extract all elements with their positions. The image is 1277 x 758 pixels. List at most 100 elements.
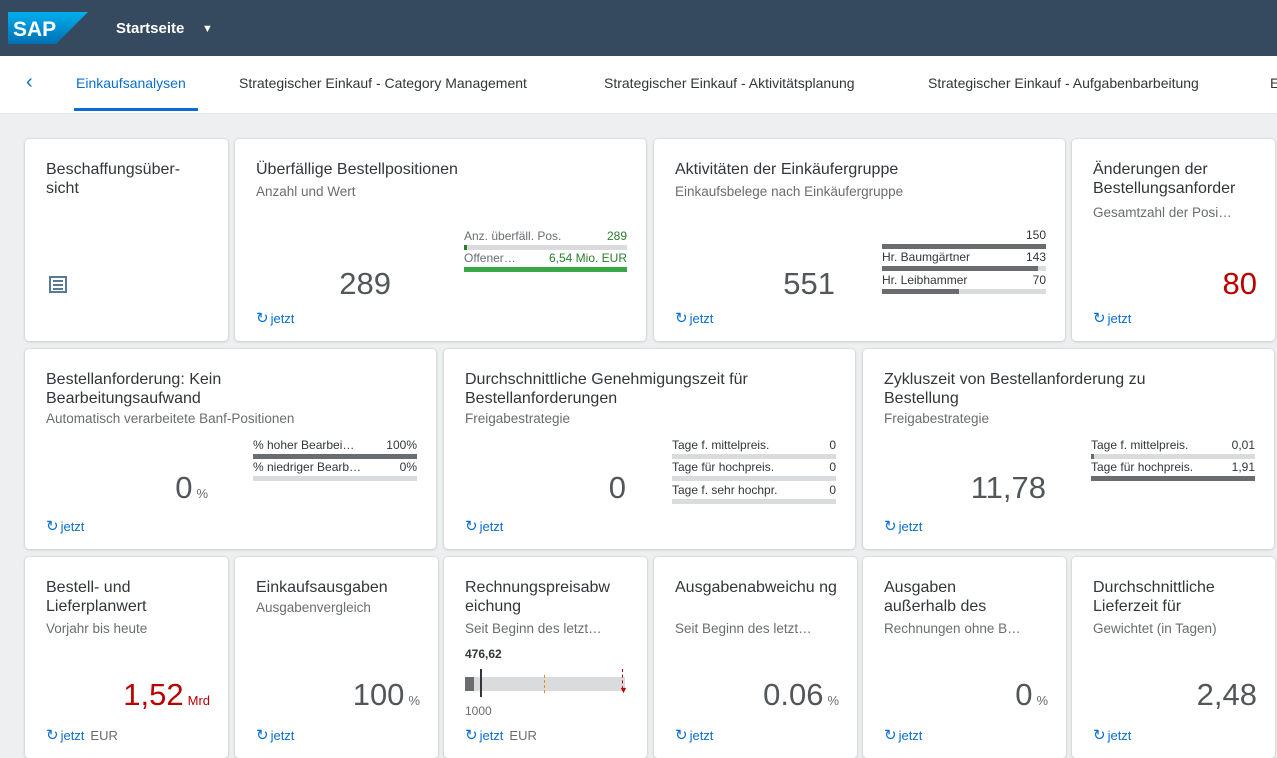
refresh-label[interactable]: jetzt [1108, 728, 1132, 743]
tab-aktivitaetsplanung[interactable]: Strategischer Einkauf - Aktivitätsplanun… [604, 75, 855, 91]
refresh-icon[interactable]: ↻ [1093, 727, 1106, 744]
row-value: 143 [1025, 250, 1046, 264]
tile-kein-bearbeitungsaufwand[interactable]: Bestellanforderung: Kein Bearbeitungsauf… [25, 349, 436, 549]
tile-footer: ↻ jetzt [675, 726, 713, 744]
shell-bar: SAP Startseite ▼ [0, 0, 1277, 56]
refresh-icon[interactable]: ↻ [46, 727, 59, 744]
row-value: 0 [829, 460, 836, 474]
kpi-value: 551 [783, 266, 835, 301]
refresh-label[interactable]: jetzt [61, 728, 85, 743]
refresh-icon[interactable]: ↻ [46, 518, 59, 535]
chart-row: Tage f. mittelpreis. 0 [672, 438, 836, 459]
currency-label: EUR [509, 728, 537, 743]
bar-track [253, 476, 417, 481]
row-value: 0 [829, 483, 836, 497]
tile-rechnungspreisabweichung[interactable]: Rechnungspreisabw eichung Seit Beginn de… [444, 557, 647, 758]
kpi-value: 2,48 [1196, 677, 1257, 712]
kpi-value: 289 [339, 266, 391, 301]
row-label: % hoher Bearbei… [253, 438, 355, 452]
refresh-label[interactable]: jetzt [480, 728, 504, 743]
refresh-icon[interactable]: ↻ [256, 310, 269, 327]
tile-zykluszeit[interactable]: Zykluszeit von Bestellanforderung zu Bes… [863, 349, 1274, 549]
bar-fill [464, 267, 627, 272]
sap-logo[interactable]: SAP [8, 12, 88, 44]
tile-lieferzeit[interactable]: Durchschnittliche Lieferzeit für Gewicht… [1072, 557, 1275, 758]
tile-genehmigungszeit[interactable]: Durchschnittliche Genehmigungszeit für B… [444, 349, 855, 549]
refresh-icon[interactable]: ↻ [256, 727, 269, 744]
refresh-label[interactable]: jetzt [899, 519, 923, 534]
kpi-value: 11,78 [970, 470, 1046, 505]
tab-category-management[interactable]: Strategischer Einkauf - Category Managem… [239, 75, 527, 91]
refresh-icon[interactable]: ↻ [1093, 310, 1106, 327]
tile-subtitle: Einkaufsbelege nach Einkäufergruppe [675, 184, 904, 199]
tile-aktivitaeten-einkaeufergruppe[interactable]: Aktivitäten der Einkäufergruppe Einkaufs… [654, 139, 1065, 341]
refresh-icon[interactable]: ↻ [465, 727, 478, 744]
refresh-label[interactable]: jetzt [1108, 311, 1132, 326]
kpi-value: 0.06% [763, 677, 839, 712]
tab-einkaufsanalysen[interactable]: Einkaufsanalysen [76, 75, 186, 91]
row-value: 0% [399, 460, 417, 474]
chart-row: Tage f. sehr hochpr. 0 [672, 483, 836, 504]
tile-subtitle: Gewichtet (in Tagen) [1093, 621, 1217, 636]
tile-beschaffungsuebersicht[interactable]: Beschaffungsüber- sicht [25, 139, 228, 341]
chart-row: Offener… 6,54 Mio. EUR [464, 251, 627, 272]
tile-title: Durchschnittliche Lieferzeit für [1093, 579, 1215, 615]
row-label: Anz. überfäll. Pos. [464, 229, 562, 243]
svg-text:SAP: SAP [13, 18, 56, 41]
row-label: % niedriger Bearb… [253, 460, 362, 474]
refresh-label[interactable]: jetzt [899, 728, 923, 743]
refresh-label[interactable]: jetzt [271, 311, 295, 326]
kpi-value: 0 [608, 470, 626, 505]
tile-title: Beschaffungsüber- sicht [46, 161, 181, 197]
refresh-label[interactable]: jetzt [61, 519, 85, 534]
tile-subtitle: Freigabestrategie [465, 411, 571, 426]
tile-bestellwert[interactable]: Bestell- und Lieferplanwert Vorjahr bis … [25, 557, 228, 758]
tile-title: Einkaufsausgaben [256, 579, 388, 596]
tile-aenderungen-bestellanforderungen[interactable]: Änderungen der Bestellungsanforder Gesam… [1072, 139, 1275, 341]
tile-einkaufsausgaben[interactable]: Einkaufsausgaben Ausgabenvergleich 100% … [235, 557, 438, 758]
refresh-label[interactable]: jetzt [480, 519, 504, 534]
tile-footer: ↻ jetzt [256, 726, 294, 744]
refresh-icon[interactable]: ↻ [675, 727, 688, 744]
refresh-icon[interactable]: ↻ [465, 518, 478, 535]
tile-ueberfaellige-bestellpositionen[interactable]: Überfällige Bestellpositionen Anzahl und… [235, 139, 646, 341]
refresh-label[interactable]: jetzt [271, 728, 295, 743]
bar-track [464, 245, 627, 250]
row-value: 1,91 [1231, 460, 1255, 474]
refresh-label[interactable]: jetzt [690, 728, 714, 743]
bar-track [1091, 454, 1255, 459]
refresh-label[interactable]: jetzt [690, 311, 714, 326]
tile-title: Bestell- und Lieferplanwert [46, 579, 147, 615]
chevron-left-icon[interactable]: ‹ [26, 71, 33, 94]
tab-more[interactable]: E [1270, 75, 1277, 91]
refresh-icon[interactable]: ↻ [884, 518, 897, 535]
chart-row: Tage für hochpreis. 0 [672, 460, 836, 481]
tile-footer: ↻ jetzt [884, 726, 922, 744]
bar-track [672, 454, 836, 459]
tile-subtitle: Seit Beginn des letzt… [465, 621, 602, 636]
caret-down-icon[interactable]: ▼ [202, 23, 213, 35]
tile-footer: ↻ jetzt EUR [465, 726, 537, 744]
refresh-icon[interactable]: ↻ [675, 310, 688, 327]
kpi-value: 100% [352, 677, 420, 712]
kpi-value: 1,52 Mrd [123, 677, 210, 712]
tile-title: Änderungen der Bestellungsanforder [1093, 161, 1236, 197]
currency-label: EUR [90, 728, 118, 743]
tile-subtitle: Seit Beginn des letzt… [675, 621, 812, 636]
tab-aufgabenbarbeitung[interactable]: Strategischer Einkauf - Aufgabenbarbeitu… [928, 75, 1199, 91]
bullet-chart-threshold-warning [544, 675, 545, 693]
tile-title: Zykluszeit von Bestellanforderung zu Bes… [884, 371, 1146, 407]
tile-subtitle: Gesamtzahl der Posi… [1093, 205, 1232, 220]
bar-fill [464, 245, 468, 250]
bar-track [672, 499, 836, 504]
kpi-value: 0% [175, 470, 208, 505]
bar-fill [1091, 454, 1095, 459]
tile-ausgabenabweichung[interactable]: Ausgabenabweichu ng Seit Beginn des letz… [654, 557, 857, 758]
bar-fill [253, 454, 417, 459]
bullet-target-label: 1000 [465, 704, 492, 718]
refresh-icon[interactable]: ↻ [884, 727, 897, 744]
tile-title: Ausgaben außerhalb des [884, 579, 987, 615]
tile-ausgaben-ausserhalb[interactable]: Ausgaben außerhalb des Rechnungen ohne B… [863, 557, 1066, 758]
bullet-chart-target [480, 669, 482, 697]
shell-title[interactable]: Startseite [116, 20, 184, 37]
